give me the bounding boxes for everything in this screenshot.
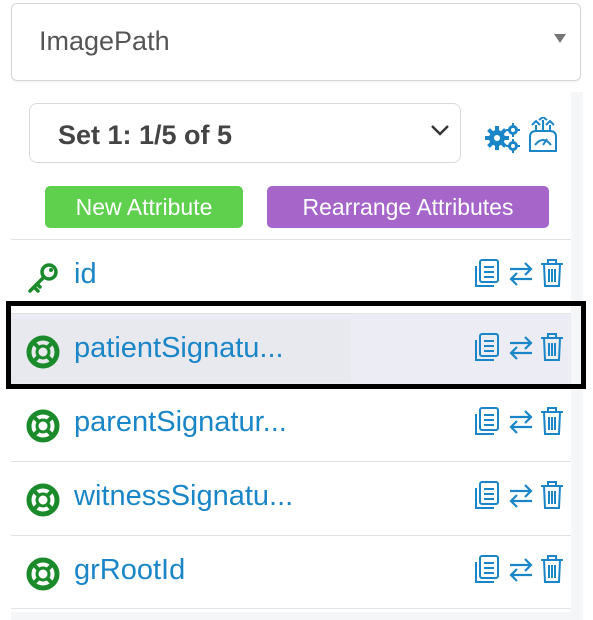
attribute-name[interactable]: grRootId	[74, 554, 185, 587]
lifebuoy-icon	[26, 557, 60, 591]
swap-icon[interactable]	[507, 406, 535, 436]
row-actions	[473, 406, 569, 440]
trash-icon[interactable]	[539, 258, 565, 288]
document-icon[interactable]	[473, 332, 501, 362]
lifebuoy-icon	[26, 335, 60, 369]
row-actions	[473, 554, 569, 588]
attribute-panel: Set 1: 1/5 of 5 New Attribute Rearrange …	[11, 92, 583, 620]
swap-icon[interactable]	[507, 480, 535, 510]
document-icon[interactable]	[473, 258, 501, 288]
swap-icon[interactable]	[507, 332, 535, 362]
document-icon[interactable]	[473, 406, 501, 436]
image-path-select-value: ImagePath	[39, 26, 170, 56]
caret-down-icon	[554, 34, 566, 43]
row-actions	[473, 480, 569, 514]
swap-icon[interactable]	[507, 554, 535, 584]
attribute-name[interactable]: id	[74, 258, 97, 291]
row-actions	[473, 332, 569, 366]
attribute-row-selected[interactable]: patientSignatu...	[11, 313, 571, 387]
lifebuoy-icon	[26, 409, 60, 443]
set-select[interactable]: Set 1: 1/5 of 5	[29, 103, 461, 163]
chevron-down-icon	[431, 125, 449, 136]
trash-icon[interactable]	[539, 406, 565, 436]
trash-icon[interactable]	[539, 480, 565, 510]
gears-icon[interactable]	[485, 122, 521, 154]
dashboard-icon[interactable]	[527, 117, 559, 153]
document-icon[interactable]	[473, 554, 501, 584]
document-icon[interactable]	[473, 480, 501, 510]
rearrange-attributes-button[interactable]: Rearrange Attributes	[267, 186, 549, 228]
set-select-value: Set 1: 1/5 of 5	[58, 120, 233, 150]
attribute-row[interactable]: parentSignatur...	[11, 387, 571, 461]
attribute-name[interactable]: witnessSignatu...	[74, 480, 293, 513]
trash-icon[interactable]	[539, 554, 565, 584]
row-actions	[473, 258, 569, 292]
attribute-panel-inner: Set 1: 1/5 of 5 New Attribute Rearrange …	[11, 92, 571, 612]
attribute-name[interactable]: patientSignatu...	[74, 332, 284, 365]
attribute-list: id patientSignatu... parentSignatur... w…	[11, 239, 571, 609]
lifebuoy-icon	[26, 483, 60, 517]
image-path-select[interactable]: ImagePath	[11, 3, 581, 81]
swap-icon[interactable]	[507, 258, 535, 288]
attribute-row[interactable]: id	[11, 239, 571, 313]
attribute-row[interactable]: witnessSignatu...	[11, 461, 571, 535]
key-icon	[28, 263, 58, 293]
attribute-row[interactable]: grRootId	[11, 535, 571, 609]
trash-icon[interactable]	[539, 332, 565, 362]
new-attribute-button[interactable]: New Attribute	[45, 186, 243, 228]
attribute-name[interactable]: parentSignatur...	[74, 406, 287, 439]
